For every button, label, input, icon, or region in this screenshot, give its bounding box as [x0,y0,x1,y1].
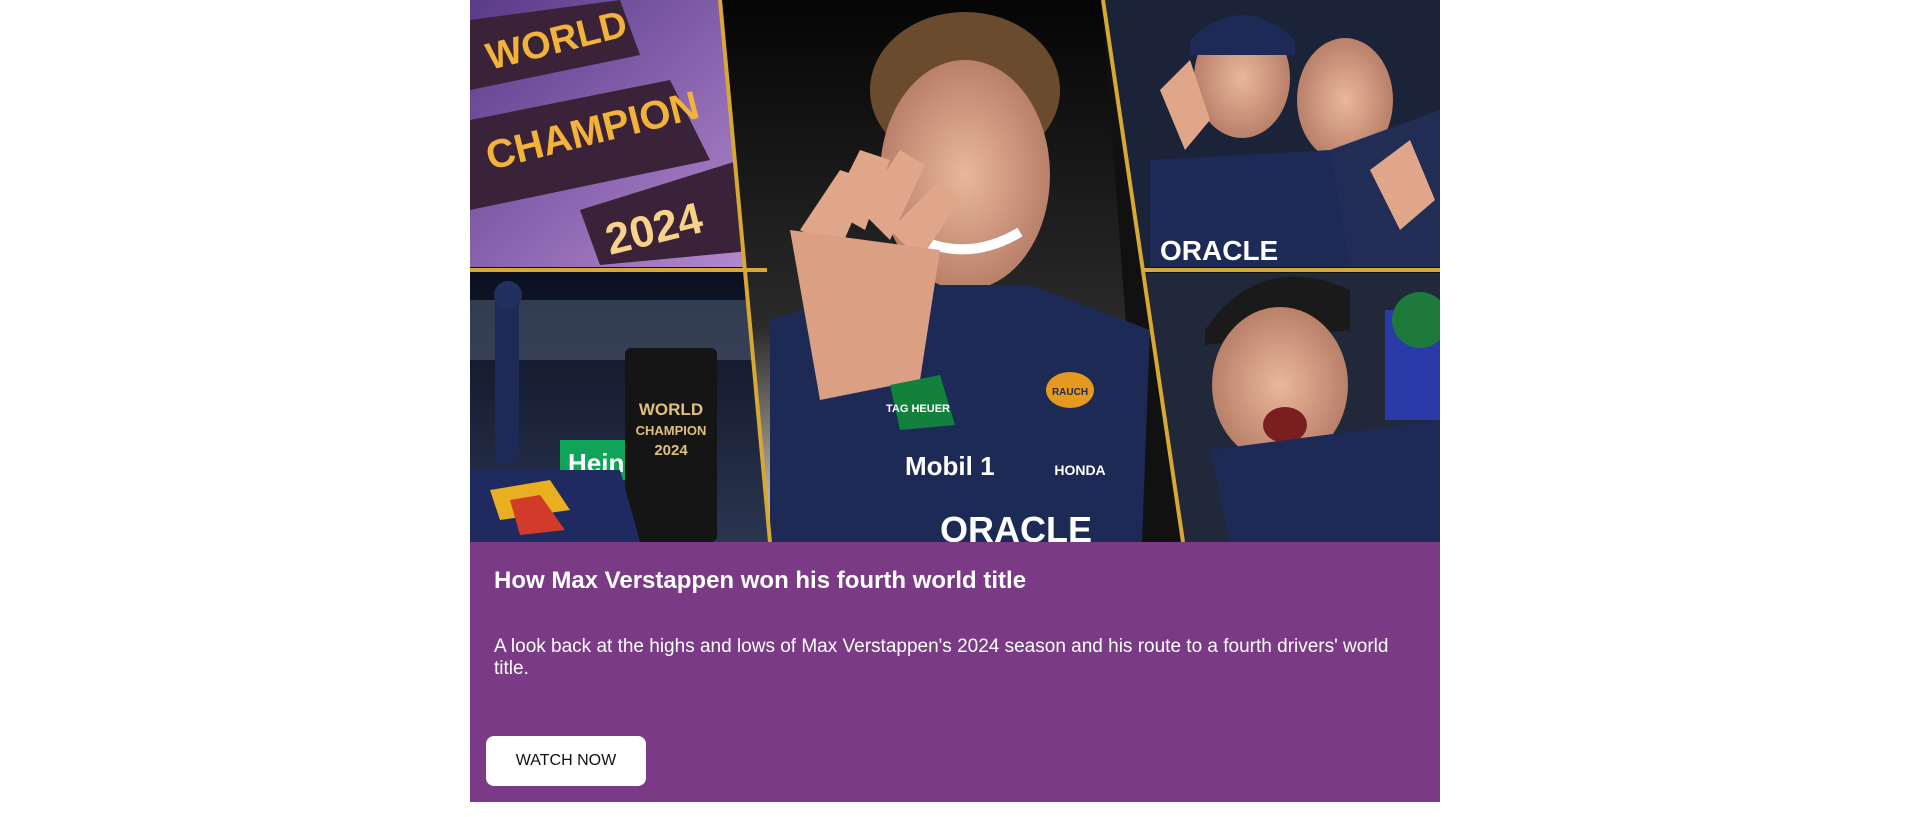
race-celebration-photo: Heine WORLD CHAMPION 2024 [470,273,785,542]
suit-logo-oracle-2: ORACLE [1160,235,1278,266]
suit-logo-mobil: Mobil 1 [905,451,995,481]
suit-logo-tag: TAG HEUER [886,403,950,415]
suit-logo-rauch: RAUCH [1052,387,1088,398]
trophy-line-year: 2024 [654,442,688,459]
suit-logo-honda: HONDA [1054,462,1105,478]
article-card[interactable]: WORLD CHAMPION 2024 Heine WORLD CHAMPION… [470,0,1440,802]
article-title[interactable]: How Max Verstappen won his fourth world … [494,566,1026,596]
champagne-celebration-photo [1146,273,1440,542]
world-champion-sign-photo: WORLD CHAMPION 2024 [470,0,765,267]
trophy-line-champion: CHAMPION [636,423,707,438]
driver-with-engineer-photo: ORACLE [1104,0,1440,267]
driver-portrait-photo: TAG HEUER Mobil 1 RAUCH HONDA ORACLE [720,0,1150,542]
article-info-panel: How Max Verstappen won his fourth world … [470,542,1440,802]
article-description: A look back at the highs and lows of Max… [494,636,1389,679]
hero-image[interactable]: WORLD CHAMPION 2024 Heine WORLD CHAMPION… [470,0,1440,542]
suit-logo-oracle: ORACLE [940,509,1092,542]
trophy-line-world: WORLD [639,400,703,419]
watch-now-button[interactable]: WATCH NOW [486,736,646,786]
